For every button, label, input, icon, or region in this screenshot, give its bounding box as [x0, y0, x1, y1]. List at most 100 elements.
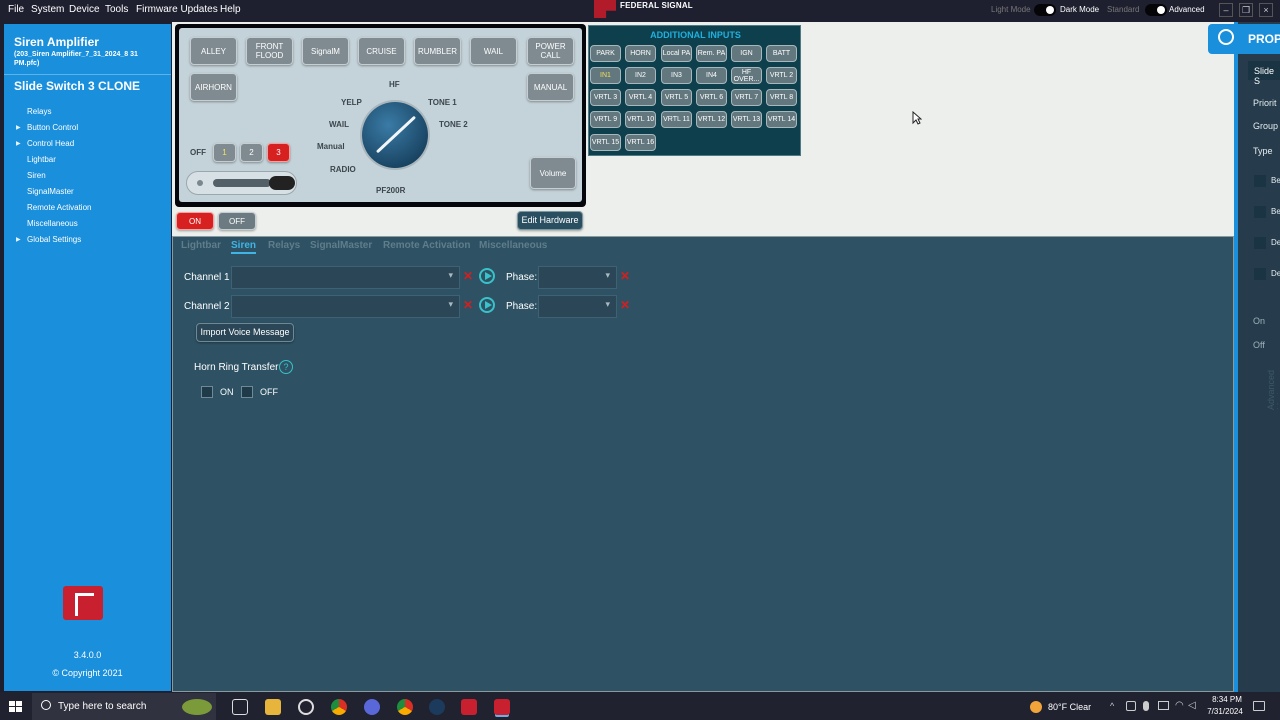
horn-ring-off-checkbox[interactable]: [241, 386, 253, 398]
properties-header[interactable]: PROP: [1208, 24, 1280, 54]
tab-miscellaneous[interactable]: Miscellaneous: [479, 240, 547, 251]
property-checkbox[interactable]: [1254, 175, 1266, 187]
signalmaster-button[interactable]: SignalM: [302, 37, 349, 65]
clear-icon[interactable]: ✕: [620, 269, 630, 283]
input-vrtl-11[interactable]: VRTL 11: [661, 111, 692, 128]
chrome-icon[interactable]: [331, 699, 347, 715]
on-button[interactable]: ON: [176, 212, 214, 230]
tab-relays[interactable]: Relays: [268, 240, 300, 251]
sidebar-item-siren[interactable]: Siren: [27, 171, 46, 180]
phase-2-dropdown[interactable]: [538, 295, 617, 318]
horn-ring-on-checkbox[interactable]: [201, 386, 213, 398]
slide-switch[interactable]: [186, 171, 297, 195]
windows-start-icon[interactable]: [9, 701, 22, 713]
clock-date[interactable]: 7/31/2024: [1203, 707, 1247, 716]
alley-button[interactable]: ALLEY: [190, 37, 237, 65]
volume-button[interactable]: Volume: [530, 157, 576, 189]
input-in1[interactable]: IN1: [590, 67, 621, 84]
input-park[interactable]: PARK: [590, 45, 621, 62]
notifications-icon[interactable]: [1253, 701, 1265, 711]
steam-icon[interactable]: [429, 699, 445, 715]
sidebar-item-remote-activation[interactable]: Remote Activation: [27, 203, 91, 212]
mode-toggle[interactable]: [1145, 4, 1167, 16]
sidebar-item-button-control[interactable]: Button Control: [27, 123, 78, 132]
wifi-icon[interactable]: ◠: [1175, 700, 1184, 711]
input-vrtl-12[interactable]: VRTL 12: [696, 111, 727, 128]
sidebar-item-lightbar[interactable]: Lightbar: [27, 155, 56, 164]
property-checkbox[interactable]: [1254, 206, 1266, 218]
input-in3[interactable]: IN3: [661, 67, 692, 84]
volume-icon[interactable]: ◁: [1188, 700, 1196, 711]
input-horn[interactable]: HORN: [625, 45, 656, 62]
clear-icon[interactable]: ✕: [463, 269, 473, 283]
expand-arrow-icon[interactable]: ▶: [16, 140, 21, 147]
input-vrtl-3[interactable]: VRTL 3: [590, 89, 621, 106]
off-button[interactable]: OFF: [218, 212, 256, 230]
input-rem-pa[interactable]: Rem. PA: [696, 45, 727, 62]
play-icon[interactable]: [479, 268, 495, 284]
import-voice-message-button[interactable]: Import Voice Message: [196, 323, 294, 342]
restore-button[interactable]: ❐: [1239, 3, 1253, 17]
menu-device[interactable]: Device: [69, 4, 100, 15]
federal-signal-app-icon[interactable]: [461, 699, 477, 715]
position-2-button[interactable]: 2: [240, 143, 263, 162]
manual-button[interactable]: MANUAL: [527, 73, 574, 101]
property-checkbox[interactable]: [1254, 237, 1266, 249]
menu-firmware-updates[interactable]: Firmware Updates: [136, 4, 218, 15]
input-vrtl-4[interactable]: VRTL 4: [625, 89, 656, 106]
input-batt[interactable]: BATT: [766, 45, 797, 62]
power-call-button[interactable]: POWER CALL: [527, 37, 574, 65]
file-explorer-icon[interactable]: [265, 699, 281, 715]
sidebar-item-control-head[interactable]: Control Head: [27, 139, 74, 148]
input-vrtl-9[interactable]: VRTL 9: [590, 111, 621, 128]
sidebar-item-relays[interactable]: Relays: [27, 107, 51, 116]
tray-icon[interactable]: [1126, 701, 1136, 711]
tab-signalmaster[interactable]: SignalMaster: [310, 240, 372, 251]
tab-remote-activation[interactable]: Remote Activation: [383, 240, 470, 251]
clock-time[interactable]: 8:34 PM: [1207, 695, 1247, 704]
expand-arrow-icon[interactable]: ▶: [16, 124, 21, 131]
clear-icon[interactable]: ✕: [463, 298, 473, 312]
menu-tools[interactable]: Tools: [105, 4, 128, 15]
property-checkbox[interactable]: [1254, 268, 1266, 280]
chrome-icon[interactable]: [397, 699, 413, 715]
federal-signal-active-icon[interactable]: [494, 699, 510, 715]
input-vrtl-13[interactable]: VRTL 13: [731, 111, 762, 128]
input-ign[interactable]: IGN: [731, 45, 762, 62]
position-3-button[interactable]: 3: [267, 143, 290, 162]
input-local-pa[interactable]: Local PA: [661, 45, 692, 62]
edit-hardware-button[interactable]: Edit Hardware: [517, 211, 583, 230]
front-flood-button[interactable]: FRONT FLOOD: [246, 37, 293, 65]
tray-chevron-icon[interactable]: ^: [1110, 701, 1114, 711]
tab-lightbar[interactable]: Lightbar: [181, 240, 221, 251]
input-vrtl-2[interactable]: VRTL 2: [766, 67, 797, 84]
input-hf-override[interactable]: HF OVER...: [731, 67, 762, 84]
menu-system[interactable]: System: [31, 4, 64, 15]
airhorn-button[interactable]: AIRHORN: [190, 73, 237, 101]
input-vrtl-10[interactable]: VRTL 10: [625, 111, 656, 128]
phase-1-dropdown[interactable]: [538, 266, 617, 289]
display-icon[interactable]: [1158, 701, 1169, 710]
input-vrtl-8[interactable]: VRTL 8: [766, 89, 797, 106]
theme-toggle[interactable]: [1034, 4, 1056, 16]
input-vrtl-6[interactable]: VRTL 6: [696, 89, 727, 106]
channel-2-dropdown[interactable]: [231, 295, 460, 318]
help-icon[interactable]: ?: [279, 360, 293, 374]
expand-arrow-icon[interactable]: ▶: [16, 236, 21, 243]
slide-switch-thumb[interactable]: [269, 176, 295, 190]
cruise-button[interactable]: CRUISE: [358, 37, 405, 65]
sidebar-item-miscellaneous[interactable]: Miscellaneous: [27, 219, 78, 228]
rumbler-button[interactable]: RUMBLER: [414, 37, 461, 65]
task-view-icon[interactable]: [232, 699, 248, 715]
input-vrtl-7[interactable]: VRTL 7: [731, 89, 762, 106]
input-vrtl-14[interactable]: VRTL 14: [766, 111, 797, 128]
app-icon[interactable]: [298, 699, 314, 715]
avocado-icon[interactable]: [182, 699, 212, 715]
input-in2[interactable]: IN2: [625, 67, 656, 84]
properties-name-field[interactable]: Slide S: [1248, 61, 1280, 86]
channel-1-dropdown[interactable]: [231, 266, 460, 289]
input-vrtl-5[interactable]: VRTL 5: [661, 89, 692, 106]
input-vrtl-15[interactable]: VRTL 15: [590, 134, 621, 151]
tab-siren[interactable]: Siren: [231, 240, 257, 254]
menu-file[interactable]: File: [8, 4, 24, 15]
